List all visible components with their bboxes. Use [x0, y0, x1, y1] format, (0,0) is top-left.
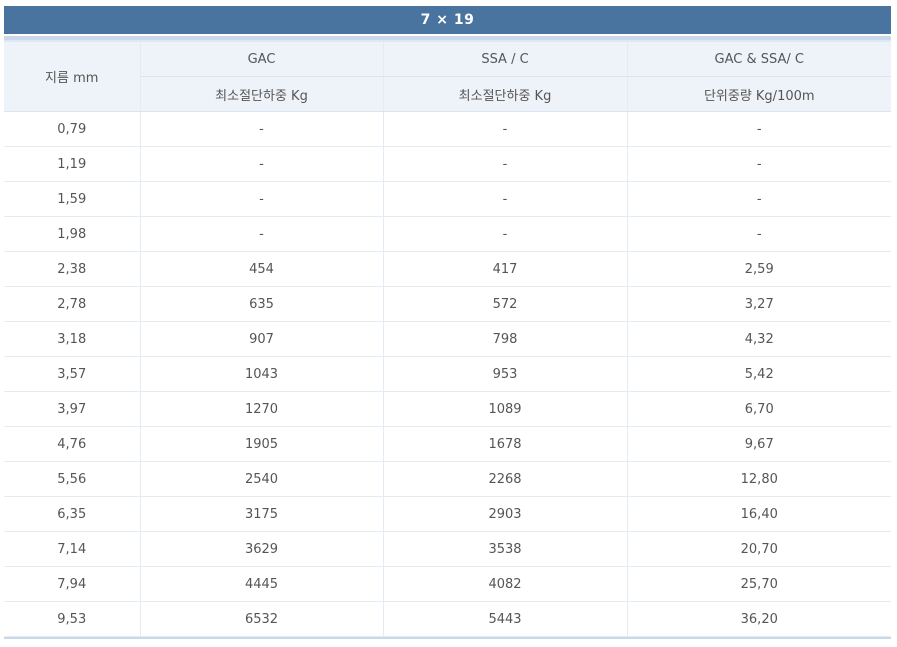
- table-title: 7 × 19: [4, 6, 891, 34]
- cell-ssa-load: 953: [382, 356, 627, 392]
- cell-gac-load: 3629: [139, 531, 383, 567]
- cell-diameter: 1,19: [4, 146, 140, 182]
- table-row: 1,98- - -: [4, 216, 891, 252]
- cell-ssa-load: -: [382, 111, 627, 147]
- cell-ssa-load: 572: [382, 286, 627, 322]
- cell-ssa-load: -: [382, 216, 627, 252]
- cell-diameter: 7,94: [4, 566, 140, 602]
- header-sub-ssa: 최소절단하중 Kg: [382, 76, 627, 112]
- header-sub-gac: 최소절단하중 Kg: [139, 76, 383, 112]
- table-row: 3,57 1043 953 5,42: [4, 356, 891, 392]
- cell-diameter: 3,97: [4, 391, 140, 427]
- cell-diameter: 3,57: [4, 356, 140, 392]
- cell-gac-load: 2540: [139, 461, 383, 497]
- cell-ssa-load: 417: [382, 251, 627, 287]
- cell-unit-weight: 25,70: [626, 566, 891, 602]
- cell-diameter: 3,18: [4, 321, 140, 357]
- cell-gac-load: -: [139, 111, 383, 147]
- cell-ssa-load: -: [382, 146, 627, 182]
- cell-unit-weight: -: [626, 111, 891, 147]
- cell-unit-weight: 36,20: [626, 601, 891, 637]
- cell-diameter: 0,79: [4, 111, 140, 147]
- header-sub-weight: 단위중량 Kg/100m: [626, 76, 891, 112]
- table-row: 4,76 1905 1678 9,67: [4, 426, 891, 462]
- header-group-gac-ssa: GAC & SSA/ C: [626, 42, 891, 77]
- cell-ssa-load: 2268: [382, 461, 627, 497]
- table-row: 6,35 3175 2903 16,40: [4, 496, 891, 532]
- cell-gac-load: 6532: [139, 601, 383, 637]
- table-row: 9,53 6532 5443 36,20: [4, 601, 891, 637]
- cell-unit-weight: 9,67: [626, 426, 891, 462]
- cell-diameter: 6,35: [4, 496, 140, 532]
- cell-diameter: 9,53: [4, 601, 140, 637]
- spec-table: 지름 mm GAC SSA / C GAC & SSA/ C 최소절단하중 Kg…: [4, 42, 891, 637]
- spec-table-container: 7 × 19 지름 mm GAC SSA / C GAC & SSA/ C 최소…: [4, 6, 891, 639]
- cell-gac-load: 3175: [139, 496, 383, 532]
- cell-diameter: 1,98: [4, 216, 140, 252]
- header-group-gac: GAC: [139, 42, 383, 77]
- cell-ssa-load: 1089: [382, 391, 627, 427]
- cell-ssa-load: 3538: [382, 531, 627, 567]
- table-row: 3,18 907 798 4,32: [4, 321, 891, 357]
- cell-diameter: 7,14: [4, 531, 140, 567]
- cell-unit-weight: 5,42: [626, 356, 891, 392]
- table-row: 3,97 1270 1089 6,70: [4, 391, 891, 427]
- table-header: 지름 mm GAC SSA / C GAC & SSA/ C 최소절단하중 Kg…: [4, 42, 891, 112]
- table-row: 0,79- - -: [4, 111, 891, 147]
- table-body: 0,79- - -1,19- - -1,59- - -1,98- - -2,38 454 417 2,…: [4, 111, 891, 637]
- cell-unit-weight: 3,27: [626, 286, 891, 322]
- cell-gac-load: 4445: [139, 566, 383, 602]
- table-row: 1,19- - -: [4, 146, 891, 182]
- table-row: 2,78 635 572 3,27: [4, 286, 891, 322]
- table-row: 1,59- - -: [4, 181, 891, 217]
- cell-diameter: 1,59: [4, 181, 140, 217]
- cell-unit-weight: 20,70: [626, 531, 891, 567]
- cell-ssa-load: 5443: [382, 601, 627, 637]
- cell-gac-load: 1270: [139, 391, 383, 427]
- cell-gac-load: 907: [139, 321, 383, 357]
- cell-unit-weight: 4,32: [626, 321, 891, 357]
- cell-unit-weight: 16,40: [626, 496, 891, 532]
- cell-ssa-load: -: [382, 181, 627, 217]
- table-row: 7,94 4445 4082 25,70: [4, 566, 891, 602]
- cell-gac-load: 454: [139, 251, 383, 287]
- table-bottom-line: [4, 637, 891, 639]
- table-row: 2,38 454 417 2,59: [4, 251, 891, 287]
- cell-unit-weight: 12,80: [626, 461, 891, 497]
- cell-gac-load: -: [139, 216, 383, 252]
- header-diameter: 지름 mm: [4, 42, 140, 112]
- cell-gac-load: 635: [139, 286, 383, 322]
- cell-unit-weight: 2,59: [626, 251, 891, 287]
- cell-unit-weight: -: [626, 181, 891, 217]
- table-row: 7,14 3629 3538 20,70: [4, 531, 891, 567]
- cell-diameter: 2,78: [4, 286, 140, 322]
- cell-ssa-load: 798: [382, 321, 627, 357]
- cell-ssa-load: 4082: [382, 566, 627, 602]
- cell-gac-load: -: [139, 181, 383, 217]
- cell-diameter: 2,38: [4, 251, 140, 287]
- cell-gac-load: 1043: [139, 356, 383, 392]
- cell-gac-load: -: [139, 146, 383, 182]
- cell-unit-weight: -: [626, 146, 891, 182]
- cell-ssa-load: 1678: [382, 426, 627, 462]
- cell-diameter: 5,56: [4, 461, 140, 497]
- cell-ssa-load: 2903: [382, 496, 627, 532]
- cell-unit-weight: 6,70: [626, 391, 891, 427]
- cell-gac-load: 1905: [139, 426, 383, 462]
- cell-diameter: 4,76: [4, 426, 140, 462]
- header-group-ssa: SSA / C: [382, 42, 627, 77]
- cell-unit-weight: -: [626, 216, 891, 252]
- table-row: 5,56 2540 2268 12,80: [4, 461, 891, 497]
